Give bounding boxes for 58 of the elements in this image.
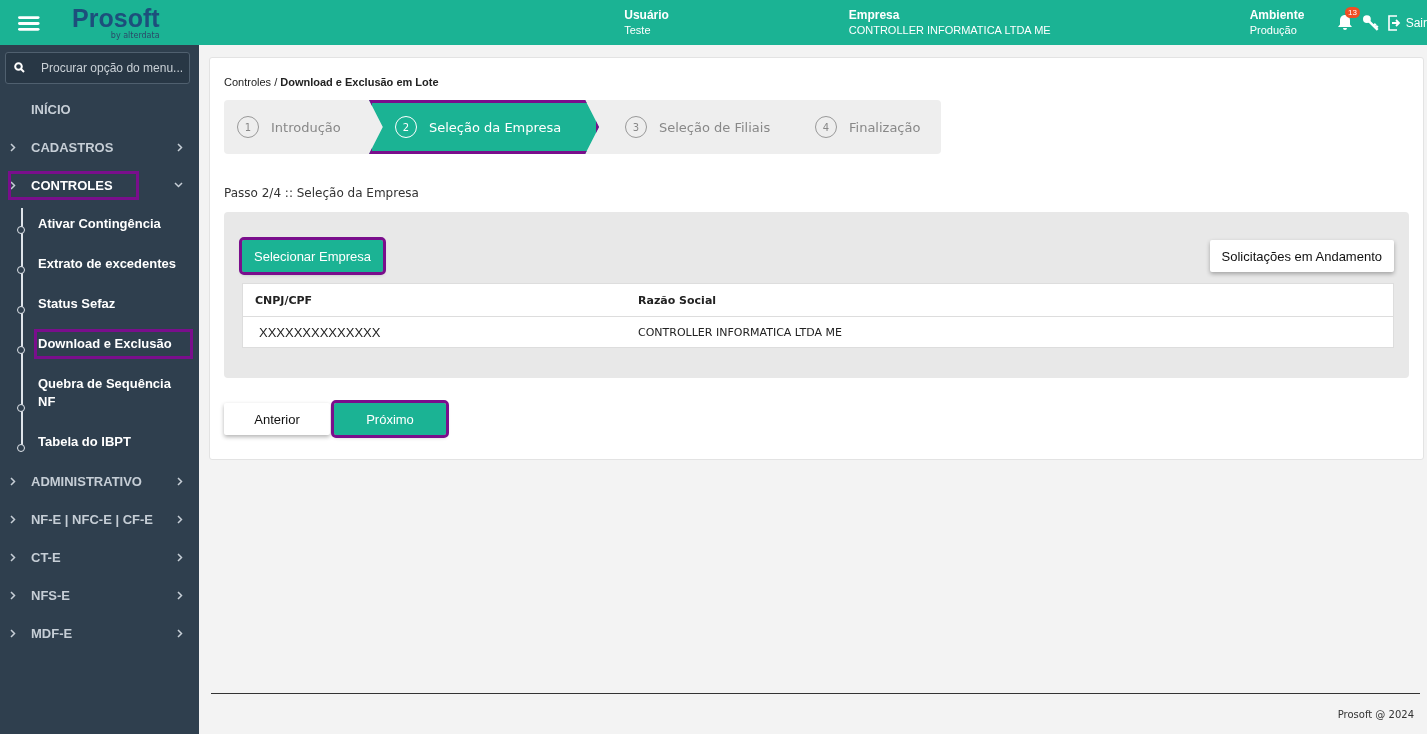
menu-item[interactable]: NF-E | NFC-E | CF-E: [9, 506, 178, 532]
notification-badge: 13: [1345, 7, 1360, 18]
footer-text: Prosoft @ 2024: [1337, 708, 1414, 720]
menu-item[interactable]: NFS-E: [10, 582, 94, 608]
chevron-right-icon: [177, 142, 183, 152]
menu-item[interactable]: CONTROLES: [10, 172, 137, 198]
submenu-item[interactable]: Tabela do IBPT: [36, 429, 191, 455]
chevron-right-icon: [10, 590, 16, 600]
menu-icon[interactable]: [18, 14, 40, 31]
info-value: CONTROLLER INFORMATICA LTDA ME: [848, 22, 1052, 38]
column-header: Razão Social: [638, 293, 718, 307]
tree-node-dot: [17, 266, 25, 274]
info-value: Teste: [624, 22, 652, 38]
chevron-right-icon: [10, 552, 16, 562]
search-icon: [14, 62, 25, 73]
tree-node-dot: [17, 404, 25, 412]
exit-icon: [1387, 14, 1402, 31]
chevron-right-icon: [177, 476, 183, 486]
submenu-item[interactable]: Quebra de Sequência NF: [36, 371, 191, 415]
menu-item[interactable]: CADASTROS: [10, 134, 138, 160]
menu-item[interactable]: ADMINISTRATIVO: [10, 468, 166, 494]
column-header: CNPJ/CPF: [255, 293, 314, 307]
chevron-right-icon: [177, 590, 183, 600]
pending-requests-button[interactable]: Solicitações em Andamento: [1209, 240, 1394, 272]
previous-button[interactable]: Anterior: [224, 403, 330, 435]
chevron-down-icon: [174, 182, 183, 188]
menu-search-field[interactable]: Procurar opção do menu...: [5, 52, 190, 84]
tree-node-dot: [17, 346, 25, 354]
info-value: Produção: [1249, 22, 1298, 38]
chevron-right-icon: [177, 552, 183, 562]
table-cell-text: CONTROLLER INFORMATICA LTDA ME: [638, 325, 843, 339]
chevron-right-icon: [10, 142, 16, 152]
chevron-right-icon: [10, 514, 16, 524]
menu-item[interactable]: MDF-E: [10, 620, 97, 646]
submenu-item[interactable]: Extrato de excedentes: [36, 251, 191, 277]
tree-node-dot: [17, 444, 25, 452]
chevron-right-icon: [10, 628, 16, 638]
logo: Prosoft: [72, 5, 160, 31]
tree-node-dot: [17, 306, 25, 314]
menu-item[interactable]: INÍCIO: [10, 96, 95, 122]
menu-item[interactable]: CT-E: [10, 544, 85, 570]
chevron-right-icon: [10, 476, 16, 486]
logo-tagline: by alterdata: [110, 31, 160, 40]
chevron-right-icon: [177, 628, 183, 638]
chevron-right-icon: [177, 514, 183, 524]
submenu-item[interactable]: Status Sefaz: [36, 291, 191, 317]
chevron-right-icon: [10, 180, 16, 190]
bell-icon[interactable]: [1337, 14, 1353, 31]
submenu-item[interactable]: Ativar Contingência: [36, 211, 191, 237]
key-icon[interactable]: [1362, 13, 1380, 32]
breadcrumb: Controles / Download e Exclusão em Lote: [224, 76, 440, 88]
info-label: Empresa: [848, 7, 901, 23]
step-title: Passo 2/4 :: Seleção da Empresa: [224, 186, 420, 200]
submenu-item[interactable]: Download e Exclusão: [36, 331, 191, 357]
info-label: Usuário: [624, 7, 670, 23]
info-label: Ambiente: [1249, 7, 1306, 23]
table-cell-text: XXXXXXXXXXXXXX: [258, 324, 382, 340]
tree-node-dot: [17, 226, 25, 234]
